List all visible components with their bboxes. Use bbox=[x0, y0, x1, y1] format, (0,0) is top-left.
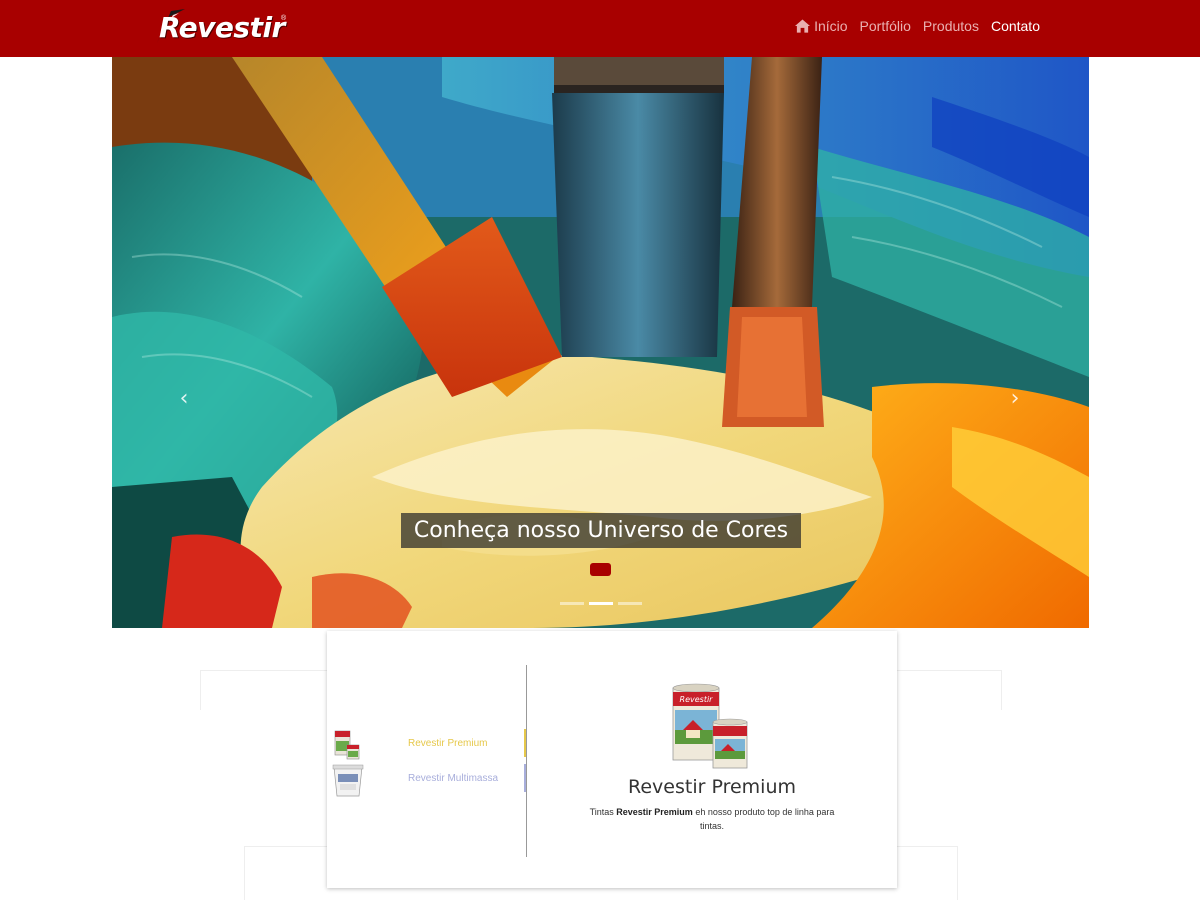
main-nav: Início Portfólio Produtos Contato bbox=[795, 18, 1040, 34]
nav-home[interactable]: Início bbox=[795, 18, 848, 34]
product-feature-description: Tintas Revestir Premium eh nosso produto… bbox=[582, 805, 842, 833]
brand-logo[interactable]: Revestir ® bbox=[155, 7, 290, 47]
description-bold: Revestir Premium bbox=[616, 807, 693, 817]
product-panel: Revestir Premium Revestir Multimassa Rev… bbox=[327, 631, 897, 888]
nav-products[interactable]: Produtos bbox=[923, 18, 979, 34]
product-list: Revestir Premium Revestir Multimassa bbox=[327, 631, 527, 888]
nav-contact[interactable]: Contato bbox=[991, 18, 1040, 34]
product-item-label: Revestir Premium bbox=[408, 738, 488, 749]
hero-carousel: ‹ › Conheça nosso Universo de Cores bbox=[112, 57, 1089, 628]
carousel-indicators bbox=[560, 602, 642, 605]
premium-can-thumb-icon bbox=[334, 730, 360, 760]
carousel-prev-chevron-icon[interactable]: ‹ bbox=[174, 387, 194, 411]
multimassa-bucket-thumb-icon bbox=[332, 764, 364, 797]
carousel-caption: Conheça nosso Universo de Cores bbox=[401, 513, 801, 548]
description-prefix: Tintas bbox=[589, 807, 614, 817]
navbar: Revestir ® Início Portfólio Produtos Con… bbox=[0, 0, 1200, 57]
premium-cans-image: Revestir bbox=[672, 683, 748, 769]
nav-portfolio[interactable]: Portfólio bbox=[860, 18, 911, 34]
home-icon bbox=[795, 19, 811, 33]
carousel-next-chevron-icon[interactable]: › bbox=[1005, 387, 1025, 411]
description-suffix: eh nosso produto top de linha para tinta… bbox=[695, 807, 835, 831]
carousel-caption-button[interactable] bbox=[590, 563, 611, 576]
svg-text:Revestir: Revestir bbox=[680, 695, 714, 704]
product-feature-title: Revestir Premium bbox=[628, 776, 796, 798]
brand-registered-mark: ® bbox=[281, 15, 287, 22]
product-item-premium[interactable]: Revestir Premium bbox=[332, 729, 527, 760]
carousel-indicator[interactable] bbox=[618, 602, 642, 605]
product-item-multimassa[interactable]: Revestir Multimassa bbox=[332, 764, 527, 797]
carousel-indicator[interactable] bbox=[560, 602, 584, 605]
product-item-label: Revestir Multimassa bbox=[408, 773, 499, 784]
product-feature: Revestir Revestir Premium Tintas Revesti… bbox=[527, 631, 897, 888]
nav-home-label: Início bbox=[814, 18, 848, 34]
carousel-indicator-active[interactable] bbox=[589, 602, 613, 605]
brand-name: Revestir bbox=[159, 11, 285, 44]
